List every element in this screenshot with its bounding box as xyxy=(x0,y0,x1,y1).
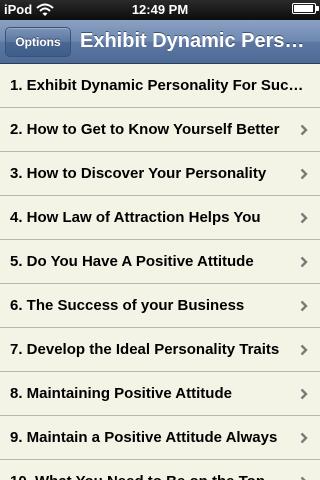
list-item-label: 3. How to Discover Your Personality xyxy=(10,165,267,182)
navigation-bar: Options Exhibit Dynamic Personality xyxy=(0,20,320,64)
chevron-right-icon xyxy=(300,124,308,136)
chevron-right-icon xyxy=(300,476,306,480)
chevron-right-icon xyxy=(300,432,308,444)
list-item-label: 9. Maintain a Positive Attitude Always xyxy=(10,429,278,446)
list-item-label: 1. Exhibit Dynamic Personality For Succe… xyxy=(10,77,310,94)
chevron-right-icon xyxy=(300,388,308,400)
list-item[interactable]: 7. Develop the Ideal Personality Traits xyxy=(0,328,320,372)
list-item[interactable]: 9. Maintain a Positive Attitude Always xyxy=(0,416,320,460)
list-item[interactable]: 5. Do You Have A Positive Attitude xyxy=(0,240,320,284)
list-item[interactable]: 4. How Law of Attraction Helps You xyxy=(0,196,320,240)
list-item-label: 8. Maintaining Positive Attitude xyxy=(10,385,232,402)
list-item-label: 10. What You Need to Be on the Top xyxy=(10,473,292,480)
battery-icon xyxy=(292,3,319,14)
chevron-right-icon xyxy=(300,168,308,180)
chevron-right-icon xyxy=(300,344,308,356)
status-bar: iPod 12:49 PM xyxy=(0,0,320,20)
chevron-right-icon xyxy=(300,256,308,268)
list-item-label: 4. How Law of Attraction Helps You xyxy=(10,209,261,226)
chevron-right-icon xyxy=(300,300,308,312)
options-button[interactable]: Options xyxy=(5,27,71,57)
list-item-label: 2. How to Get to Know Yourself Better xyxy=(10,121,280,138)
page-title: Exhibit Dynamic Personality xyxy=(80,30,314,52)
list-item[interactable]: 10. What You Need to Be on the Top xyxy=(0,460,320,480)
chapter-list: 1. Exhibit Dynamic Personality For Succe… xyxy=(0,64,320,480)
status-right xyxy=(292,3,319,14)
list-item-label: 7. Develop the Ideal Personality Traits xyxy=(10,341,280,358)
status-time: 12:49 PM xyxy=(131,2,189,17)
list-item-label: 6. The Success of your Business xyxy=(10,297,245,314)
list-item[interactable]: 6. The Success of your Business xyxy=(0,284,320,328)
list-item[interactable]: 3. How to Discover Your Personality xyxy=(0,152,320,196)
list-item[interactable]: 1. Exhibit Dynamic Personality For Succe… xyxy=(0,64,320,108)
list-item[interactable]: 2. How to Get to Know Yourself Better xyxy=(0,108,320,152)
chevron-right-icon xyxy=(300,212,308,224)
list-item-label: 5. Do You Have A Positive Attitude xyxy=(10,253,254,270)
list-item[interactable]: 8. Maintaining Positive Attitude xyxy=(0,372,320,416)
